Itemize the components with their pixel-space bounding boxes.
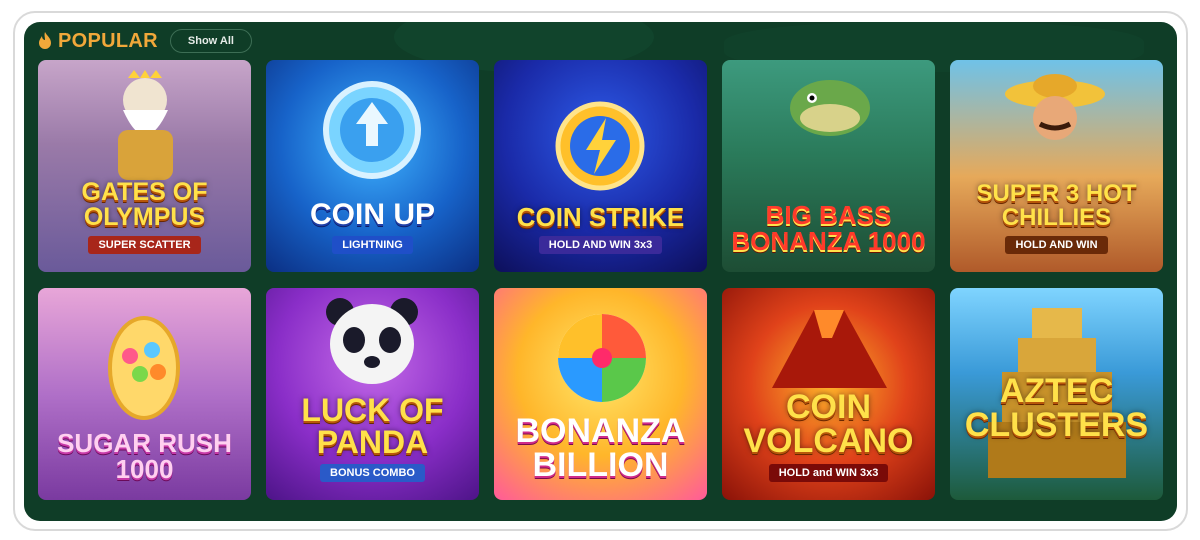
game-card-luck-of-panda[interactable]: Luck of Panda BONUS COMBO — [266, 288, 479, 500]
game-title: Bonanza Billion — [515, 412, 686, 484]
game-title: Big Bass Bonanza 1000 — [731, 200, 926, 256]
game-card-aztec-clusters[interactable]: Aztec Clusters — [950, 288, 1163, 500]
game-subtitle: BONUS COMBO — [320, 464, 425, 482]
lightning-coin-art — [555, 101, 645, 191]
section-title: POPULAR — [58, 29, 158, 52]
game-subtitle: LIGHTNING — [332, 236, 413, 254]
game-title: Luck of Panda — [301, 392, 444, 460]
popular-games-panel: POPULAR Show All Gates of Olympus SUPER … — [24, 22, 1177, 521]
fire-icon — [39, 32, 51, 49]
game-title: Sugar Rush 1000 — [57, 428, 232, 484]
game-subtitle: HOLD AND WIN 3x3 — [538, 236, 663, 254]
mariachi-art — [1005, 74, 1105, 140]
game-card-gates-of-olympus[interactable]: Gates of Olympus SUPER SCATTER — [38, 60, 251, 272]
game-card-sugar-rush-1000[interactable]: Sugar Rush 1000 — [38, 288, 251, 500]
game-card-bonanza-billion[interactable]: Bonanza Billion — [494, 288, 707, 500]
game-title: Gates of Olympus — [81, 178, 208, 231]
game-card-coin-strike[interactable]: Coin Strike HOLD AND WIN 3x3 — [494, 60, 707, 272]
zeus-art — [118, 70, 173, 180]
game-title: Coin Strike — [516, 202, 685, 232]
game-title: Coin Volcano — [743, 388, 914, 460]
game-subtitle: HOLD and WIN 3x3 — [768, 464, 889, 482]
game-subtitle: HOLD AND WIN — [1005, 236, 1108, 254]
section-header: POPULAR Show All — [38, 28, 252, 54]
game-card-coin-up[interactable]: Coin Up LIGHTNING — [266, 60, 479, 272]
fish-art — [790, 80, 870, 136]
game-title: Aztec Clusters — [964, 372, 1149, 444]
game-card-coin-volcano[interactable]: Coin Volcano HOLD and WIN 3x3 — [722, 288, 935, 500]
game-card-big-bass-bonanza-1000[interactable]: Big Bass Bonanza 1000 — [722, 60, 935, 272]
game-subtitle: SUPER SCATTER — [88, 236, 201, 254]
volcano-art — [772, 310, 887, 388]
candy-wheel-art — [558, 314, 646, 402]
candy-egg-art — [108, 316, 180, 420]
game-title: Super 3 Hot Chillies — [976, 180, 1137, 231]
show-all-button[interactable]: Show All — [169, 29, 252, 53]
game-title: Coin Up — [309, 198, 435, 231]
game-card-super-3-hot-chillies[interactable]: Super 3 Hot Chillies HOLD AND WIN — [950, 60, 1163, 272]
panda-art — [326, 298, 418, 384]
coin-art — [323, 81, 421, 179]
